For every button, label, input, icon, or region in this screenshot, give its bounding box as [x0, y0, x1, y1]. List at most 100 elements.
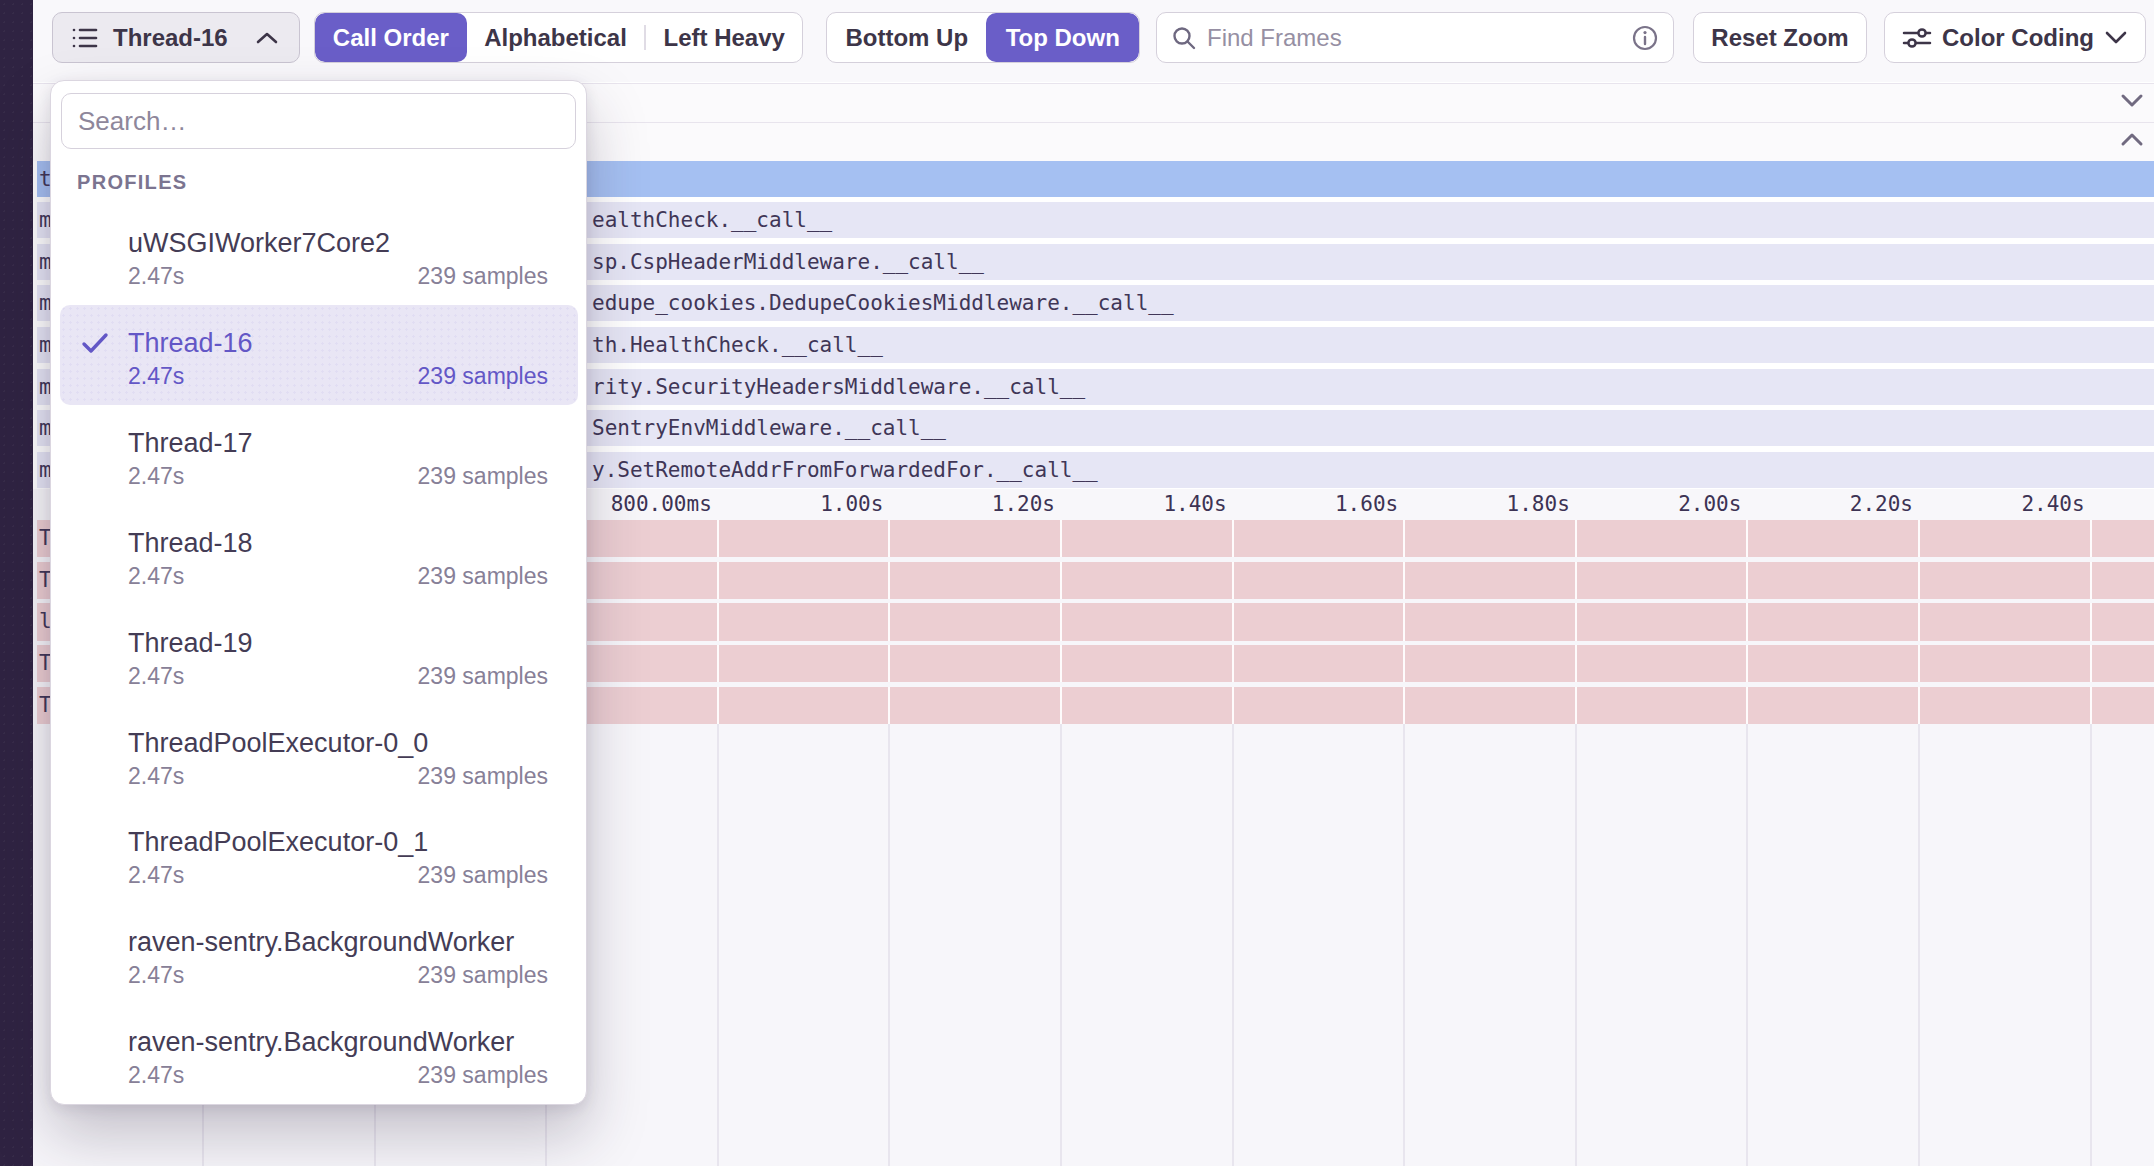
gridline — [1232, 645, 1234, 682]
reset-zoom-button[interactable]: Reset Zoom — [1693, 12, 1867, 63]
profile-duration: 2.47s — [128, 761, 184, 791]
segment-option-left-heavy[interactable]: Left Heavy — [646, 13, 802, 62]
chevron-down-icon[interactable] — [2119, 92, 2145, 113]
profile-duration: 2.47s — [128, 461, 184, 491]
toolbar: Thread-16 Call OrderAlphabeticalLeft Hea… — [33, 0, 2154, 82]
gridline — [1918, 562, 1920, 599]
profile-item-Thread-16[interactable]: Thread-162.47s239 samples — [60, 305, 578, 405]
gridline — [1575, 562, 1577, 599]
gridline — [1746, 562, 1748, 599]
list-icon — [71, 25, 99, 51]
gridline — [1575, 687, 1577, 724]
profile-name: Thread-18 — [128, 524, 253, 562]
gridline — [1918, 687, 1920, 724]
find-frames-input[interactable] — [1156, 12, 1674, 63]
profiles-search-input[interactable] — [61, 93, 576, 149]
axis-tick-label: 1.00s — [820, 489, 883, 521]
gridline — [1232, 724, 1234, 1166]
profile-item-Thread-18[interactable]: Thread-182.47s239 samples — [60, 505, 578, 605]
axis-tick-label: 1.80s — [1507, 489, 1570, 521]
profile-item-Thread-17[interactable]: Thread-172.47s 239 samples — [60, 405, 578, 505]
axis-tick-label: 2.00s — [1678, 489, 1741, 521]
gridline — [888, 687, 890, 724]
gridline — [2090, 687, 2092, 724]
frame-label: edupe_cookies.DedupeCookiesMiddleware.__… — [592, 285, 1174, 321]
gridline — [1232, 562, 1234, 599]
thread-selector-button[interactable]: Thread-16 — [52, 12, 300, 63]
profile-samples: 239 samples — [418, 461, 548, 491]
axis-tick-label: 800.00ms — [611, 489, 712, 521]
profiles-dropdown-panel: PROFILES uWSGIWorker7Core22.47s239 sampl… — [50, 80, 587, 1105]
profile-name: ThreadPoolExecutor-0_1 — [128, 823, 428, 861]
gridline — [1060, 724, 1062, 1166]
profile-duration: 2.47s — [128, 1060, 184, 1090]
segment-option-call-order[interactable]: Call Order — [315, 13, 467, 62]
segment-option-bottom-up[interactable]: Bottom Up — [827, 13, 986, 62]
gridline — [1918, 645, 1920, 682]
profiles-section-label: PROFILES — [77, 171, 187, 194]
profile-samples: 239 samples — [418, 860, 548, 890]
profile-name: raven-sentry.BackgroundWorker — [128, 1023, 514, 1061]
axis-tick-label: 1.20s — [992, 489, 1055, 521]
profile-item-uWSGIWorker7Core2[interactable]: uWSGIWorker7Core22.47s239 samples — [60, 205, 578, 305]
color-coding-button[interactable]: Color Coding — [1884, 12, 2146, 63]
profile-name: Thread-19 — [128, 624, 253, 662]
gridline — [888, 724, 890, 1166]
gridline — [1060, 520, 1062, 557]
gridline — [888, 603, 890, 640]
gridline — [1575, 520, 1577, 557]
gridline — [1403, 724, 1405, 1166]
gridline — [717, 562, 719, 599]
profile-samples: 239 samples — [418, 960, 548, 990]
color-coding-label: Color Coding — [1942, 24, 2094, 52]
profile-duration: 2.47s — [128, 361, 184, 391]
gridline — [1746, 687, 1748, 724]
sort-mode-control: Call OrderAlphabeticalLeft Heavy — [314, 12, 803, 63]
chevron-up-icon[interactable] — [2119, 131, 2145, 152]
gridline — [717, 645, 719, 682]
profile-item-ThreadPoolExecutor-0_1[interactable]: ThreadPoolExecutor-0_12.47s239 samples — [60, 804, 578, 904]
profiles-search-field[interactable] — [62, 106, 575, 137]
profile-item-ThreadPoolExecutor-0_0[interactable]: ThreadPoolExecutor-0_02.47s239 samples — [60, 705, 578, 805]
gridline — [1403, 603, 1405, 640]
gridline — [1232, 687, 1234, 724]
gridline — [1575, 645, 1577, 682]
segment-option-top-down[interactable]: Top Down — [986, 13, 1139, 62]
gridline — [1403, 645, 1405, 682]
gridline — [1746, 645, 1748, 682]
profile-duration: 2.47s — [128, 561, 184, 591]
profile-name: Thread-17 — [128, 424, 253, 462]
gridline — [2090, 724, 2092, 1166]
left-rail — [0, 0, 33, 1166]
profile-samples: 239 samples — [418, 661, 548, 691]
axis-tick-label: 2.20s — [1850, 489, 1913, 521]
chevron-down-icon — [2104, 30, 2128, 45]
profile-duration: 2.47s — [128, 960, 184, 990]
profile-name: uWSGIWorker7Core2 — [128, 224, 390, 262]
gridline — [1060, 645, 1062, 682]
profile-samples: 239 samples — [418, 761, 548, 791]
gridline — [2090, 645, 2092, 682]
profile-samples: 239 samples — [418, 1060, 548, 1090]
profile-item-raven-sentry.BackgroundWorker[interactable]: raven-sentry.BackgroundWorker2.47s239 sa… — [60, 904, 578, 1004]
segment-option-alphabetical[interactable]: Alphabetical — [467, 13, 645, 62]
gridline — [1918, 603, 1920, 640]
search-icon — [1171, 25, 1197, 51]
frame-label: y.SetRemoteAddrFromForwardedFor.__call__ — [592, 452, 1098, 488]
check-icon — [81, 331, 109, 359]
direction-control: Bottom UpTop Down — [826, 12, 1140, 63]
profile-item-raven-sentry.BackgroundWorker[interactable]: raven-sentry.BackgroundWorker2.47s 239 sa… — [60, 1004, 578, 1104]
gridline — [1746, 520, 1748, 557]
gridline — [1575, 603, 1577, 640]
profile-item-Thread-19[interactable]: Thread-192.47s 239 samples — [60, 605, 578, 705]
profile-duration: 2.47s — [128, 261, 184, 291]
profile-name: Thread-16 — [128, 324, 253, 362]
info-icon[interactable] — [1631, 24, 1659, 52]
gridline — [1403, 687, 1405, 724]
gridline — [888, 562, 890, 599]
find-frames-field[interactable] — [1207, 24, 1631, 52]
gridline — [888, 645, 890, 682]
profile-duration: 2.47s — [128, 661, 184, 691]
frame-label: rity.SecurityHeadersMiddleware.__call__ — [592, 369, 1085, 405]
gridline — [888, 520, 890, 557]
